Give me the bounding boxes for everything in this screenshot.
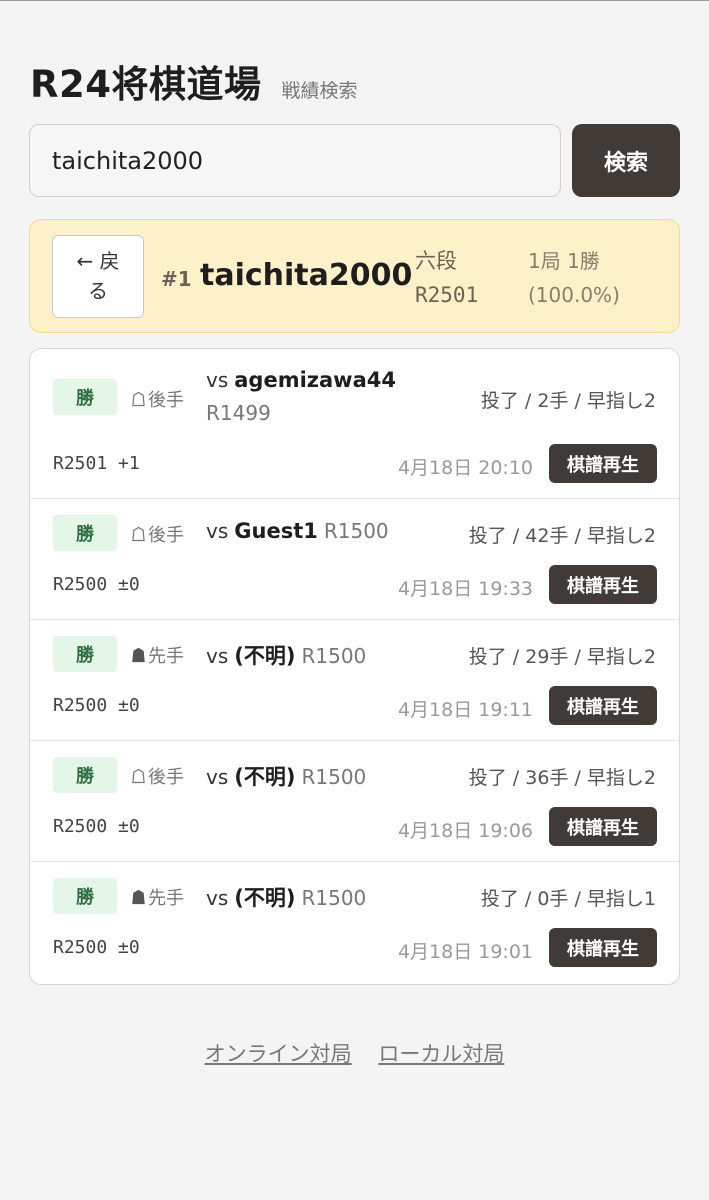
- search-input[interactable]: [29, 124, 561, 197]
- player-grade-block: 六段 R2501: [415, 244, 478, 312]
- page-subtitle: 戦績検索: [281, 80, 358, 102]
- player-side-label: 先手: [148, 646, 184, 667]
- player-side: 先手: [132, 642, 184, 668]
- local-game-link[interactable]: ローカル対局: [378, 1042, 504, 1066]
- player-side: 先手: [132, 884, 184, 910]
- player-side: 後手: [132, 763, 184, 789]
- back-button-label-line1: ← 戻: [76, 249, 120, 273]
- game-info: 投了 / 42手 / 早指し2: [468, 525, 656, 547]
- game-date: 4月18日 19:11: [397, 699, 533, 721]
- player-grade: 六段: [415, 249, 457, 273]
- footer-links: オンライン対局 ローカル対局: [0, 1038, 709, 1068]
- online-game-link[interactable]: オンライン対局: [205, 1042, 352, 1066]
- opponent-name: agemizawa44: [234, 368, 396, 392]
- game-date: 4月18日 20:10: [397, 457, 533, 479]
- search-bar: 検索: [29, 124, 680, 197]
- game-row: 勝 先手 vs (不明) R1500 投了 / 0手 / 早指し1 R2500 ±0…: [30, 862, 679, 984]
- page-header: R24将棋道場 戦績検索: [30, 54, 358, 108]
- game-info: 投了 / 29手 / 早指し2: [468, 646, 656, 668]
- player-side: 後手: [132, 386, 184, 412]
- game-info: 投了 / 36手 / 早指し2: [468, 767, 656, 789]
- opponent-rating: R1500: [301, 886, 367, 910]
- rating-change: R2500 ±0: [53, 695, 140, 716]
- opponent-rating: R1500: [301, 644, 367, 668]
- game-info: 投了 / 2手 / 早指し2: [480, 390, 656, 412]
- player-win-rate: (100.0%): [528, 283, 620, 307]
- opponent-line: vs (不明) R1500: [206, 882, 366, 912]
- sente-piece-icon: [132, 889, 145, 905]
- vs-label: vs: [206, 519, 229, 543]
- result-badge: 勝: [53, 878, 117, 914]
- back-button[interactable]: ← 戻 る: [52, 235, 144, 318]
- vs-label: vs: [206, 368, 229, 392]
- player-record: 1局 1勝: [528, 249, 600, 273]
- opponent-rating: R1500: [301, 765, 367, 789]
- result-badge: 勝: [53, 757, 117, 793]
- game-info: 投了 / 0手 / 早指し1: [480, 888, 656, 910]
- opponent-rating: R1499: [206, 401, 271, 425]
- opponent-name: (不明): [234, 765, 296, 789]
- player-rank: #1: [161, 267, 192, 291]
- player-record-block: 1局 1勝 (100.0%): [528, 244, 620, 312]
- opponent-rating: R1500: [323, 519, 389, 543]
- vs-label: vs: [206, 886, 229, 910]
- opponent-name: (不明): [234, 886, 296, 910]
- replay-button[interactable]: 棋譜再生: [549, 565, 657, 604]
- opponent-name: (不明): [234, 644, 296, 668]
- opponent-line: vs (不明) R1500: [206, 640, 366, 670]
- rating-change: R2500 ±0: [53, 816, 140, 837]
- gote-piece-icon: [132, 768, 145, 784]
- replay-button[interactable]: 棋譜再生: [549, 928, 657, 967]
- top-divider: [0, 0, 709, 1]
- game-history-list: 勝 後手 vs agemizawa44 R1499 投了 / 2手 / 早指し2 …: [29, 348, 680, 985]
- sente-piece-icon: [132, 647, 145, 663]
- player-side-label: 後手: [148, 767, 184, 788]
- game-row: 勝 後手 vs (不明) R1500 投了 / 36手 / 早指し2 R2500 ±…: [30, 741, 679, 862]
- result-badge: 勝: [53, 379, 117, 415]
- opponent-line: vs Guest1 R1500: [206, 519, 389, 543]
- opponent-line: vs agemizawa44: [206, 368, 396, 392]
- opponent-line: vs (不明) R1500: [206, 761, 366, 791]
- gote-piece-icon: [132, 526, 145, 542]
- rating-change: R2500 ±0: [53, 937, 140, 958]
- player-side-label: 後手: [148, 525, 184, 546]
- vs-label: vs: [206, 644, 229, 668]
- game-row: 勝 先手 vs (不明) R1500 投了 / 29手 / 早指し2 R2500 ±…: [30, 620, 679, 741]
- player-side-label: 先手: [148, 888, 184, 909]
- result-badge: 勝: [53, 636, 117, 672]
- game-date: 4月18日 19:01: [397, 941, 533, 963]
- rating-change: R2500 ±0: [53, 574, 140, 595]
- player-rating: R2501: [415, 283, 479, 307]
- game-date: 4月18日 19:06: [397, 820, 533, 842]
- replay-button[interactable]: 棋譜再生: [549, 686, 657, 725]
- gote-piece-icon: [132, 391, 145, 407]
- replay-button[interactable]: 棋譜再生: [549, 807, 657, 846]
- player-side: 後手: [132, 521, 184, 547]
- player-side-label: 後手: [148, 390, 184, 411]
- result-badge: 勝: [53, 515, 117, 551]
- game-date: 4月18日 19:33: [397, 578, 533, 600]
- player-name: taichita2000: [200, 258, 413, 293]
- game-row: 勝 後手 vs agemizawa44 R1499 投了 / 2手 / 早指し2 …: [30, 349, 679, 499]
- opponent-name: Guest1: [234, 519, 318, 543]
- back-button-label-line2: る: [88, 279, 108, 303]
- player-summary-card: ← 戻 る #1 taichita2000 六段 R2501 1局 1勝 (10…: [29, 219, 680, 333]
- search-button[interactable]: 検索: [572, 124, 680, 197]
- game-row: 勝 後手 vs Guest1 R1500 投了 / 42手 / 早指し2 R2500…: [30, 499, 679, 620]
- replay-button[interactable]: 棋譜再生: [549, 444, 657, 483]
- vs-label: vs: [206, 765, 229, 789]
- app-title: R24将棋道場: [30, 63, 262, 106]
- rating-change: R2501 +1: [53, 453, 140, 474]
